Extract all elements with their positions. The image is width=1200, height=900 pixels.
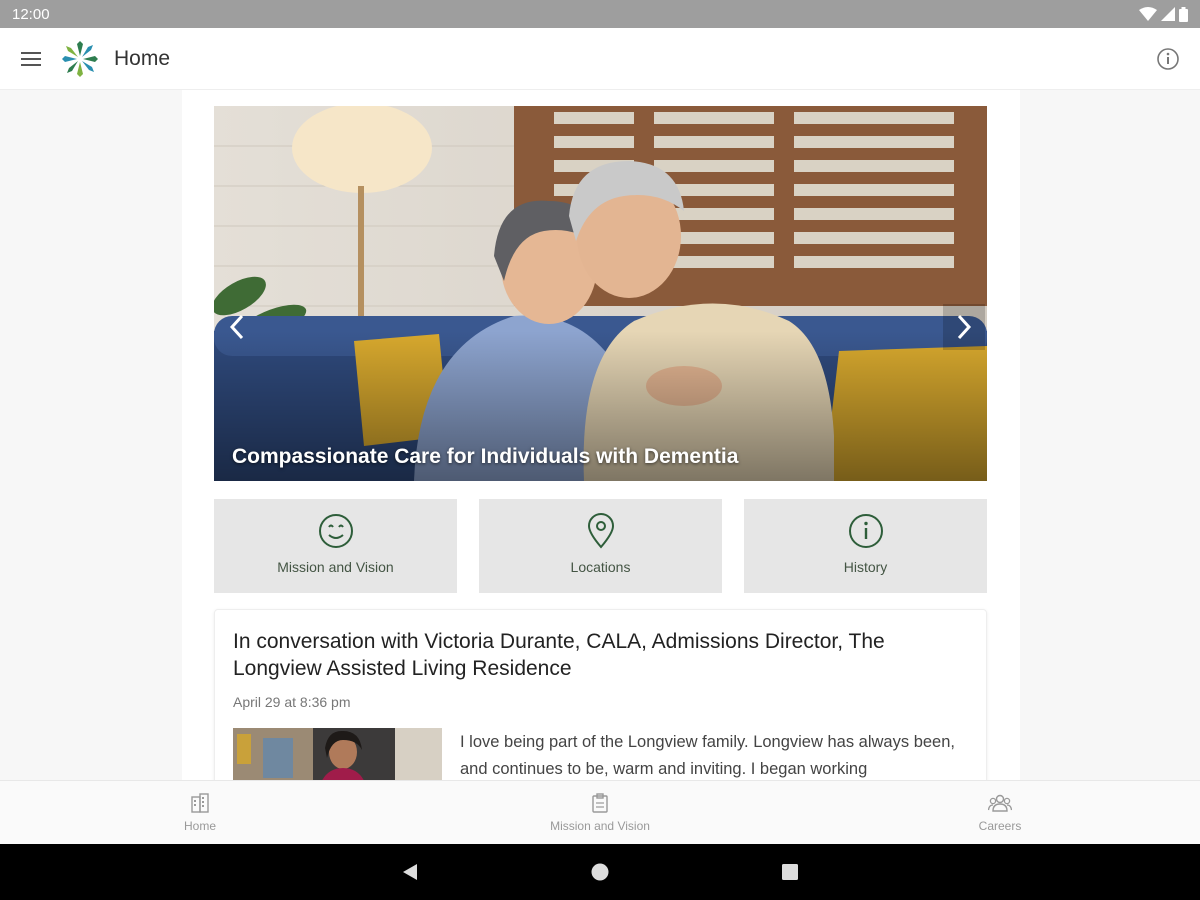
status-time: 12:00 (12, 5, 50, 23)
info-icon (848, 514, 883, 548)
tile-label: History (843, 559, 888, 575)
app-logo-icon (62, 40, 98, 77)
carousel-prev-button[interactable] (216, 304, 258, 350)
article-thumbnail[interactable] (233, 728, 442, 780)
bottom-navigation: Home Mission and Vision Careers (0, 780, 1200, 844)
article-card[interactable]: In conversation with Victoria Durante, C… (214, 609, 987, 780)
status-icons (1139, 6, 1188, 22)
hero-image (214, 106, 987, 481)
clipboard-icon (592, 793, 608, 813)
article-excerpt: I love being part of the Longview family… (460, 733, 955, 778)
chevron-right-icon (957, 314, 972, 340)
recents-icon[interactable] (780, 862, 800, 882)
tile-label: Locations (570, 559, 631, 575)
app-bar: Home (0, 28, 1200, 90)
location-pin-icon (587, 513, 614, 549)
article-title[interactable]: In conversation with Victoria Durante, C… (233, 628, 968, 682)
carousel-next-button[interactable] (943, 304, 985, 350)
battery-icon (1179, 6, 1188, 22)
home-icon[interactable] (590, 862, 610, 882)
chevron-left-icon (229, 314, 244, 340)
system-navigation-bar (0, 844, 1200, 900)
nav-careers[interactable]: Careers (920, 781, 1080, 845)
hamburger-menu-icon (21, 51, 41, 66)
signal-icon (1161, 7, 1175, 21)
hero-caption: Compassionate Care for Individuals with … (232, 445, 739, 468)
smile-icon (318, 514, 353, 548)
tile-mission-and-vision[interactable]: Mission and Vision (214, 499, 457, 593)
nav-label: Home (183, 819, 216, 833)
quick-links: Mission and Vision Locations History (214, 499, 987, 593)
article-thumbnail-image (233, 728, 442, 780)
nav-label: Mission and Vision (550, 819, 650, 833)
article-date: April 29 at 8:36 pm (233, 694, 351, 710)
info-icon[interactable] (1154, 45, 1182, 73)
people-icon (988, 794, 1012, 812)
wifi-icon (1139, 7, 1157, 21)
nav-label: Careers (978, 819, 1022, 833)
tile-history[interactable]: History (744, 499, 987, 593)
article-body: I love being part of the Longview family… (233, 728, 968, 780)
building-icon (191, 793, 209, 813)
menu-button[interactable] (0, 28, 62, 90)
hero-carousel[interactable]: Compassionate Care for Individuals with … (214, 106, 987, 481)
page-title: Home (114, 46, 171, 70)
nav-mission-and-vision[interactable]: Mission and Vision (520, 781, 680, 845)
tile-label: Mission and Vision (277, 559, 394, 575)
tile-locations[interactable]: Locations (479, 499, 722, 593)
back-icon[interactable] (400, 862, 420, 882)
main-content[interactable]: Compassionate Care for Individuals with … (182, 90, 1020, 780)
nav-home[interactable]: Home (120, 781, 280, 845)
status-bar: 12:00 (0, 0, 1200, 28)
